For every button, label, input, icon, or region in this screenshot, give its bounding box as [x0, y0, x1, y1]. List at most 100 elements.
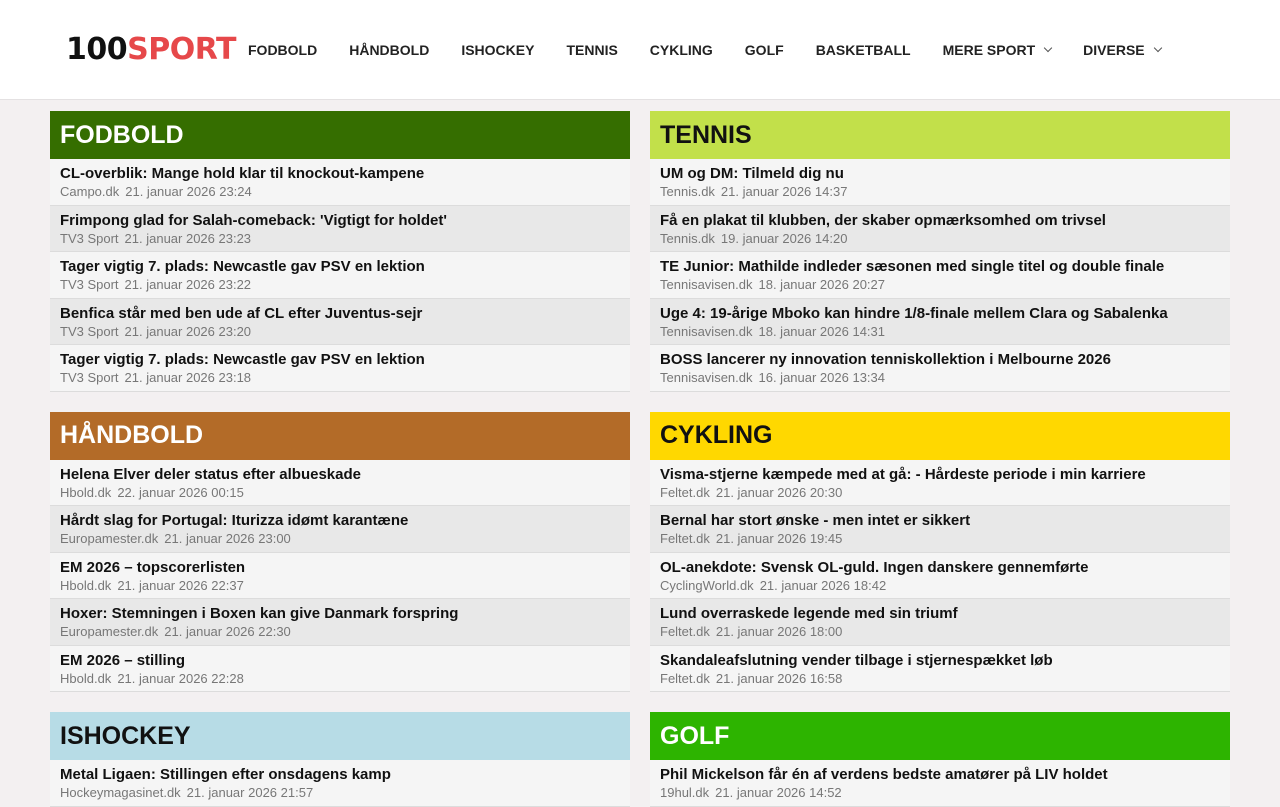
- news-date: 21. januar 2026 23:00: [164, 531, 291, 546]
- news-date: 19. januar 2026 14:20: [720, 230, 848, 246]
- news-date: 21. januar 2026 22:30: [164, 624, 291, 639]
- news-item[interactable]: Uge 4: 19-årige Mboko kan hindre 1/8-fin…: [650, 298, 1230, 345]
- news-item[interactable]: Bernal har stort ønske - men intet er si…: [650, 506, 1230, 553]
- news-title[interactable]: OL-anekdote: Svensk OL-guld. Ingen dansk…: [660, 559, 1220, 577]
- news-title[interactable]: Tager vigtig 7. plads: Newcastle gav PSV…: [60, 258, 620, 276]
- news-source: Hbold.dk: [60, 484, 112, 500]
- news-meta: Tennisavisen.dk 16. januar 2026 13:34: [660, 370, 1220, 386]
- news-title[interactable]: Uge 4: 19-årige Mboko kan hindre 1/8-fin…: [660, 305, 1220, 323]
- news-title[interactable]: TE Junior: Mathilde indleder sæsonen med…: [660, 258, 1220, 276]
- news-item[interactable]: Helena Elver deler status efter albueska…: [50, 459, 630, 506]
- news-item[interactable]: BOSS lancerer ny innovation tenniskollek…: [650, 345, 1230, 392]
- news-source: Hockeymagasinet.dk: [60, 785, 181, 800]
- nav-item-håndbold[interactable]: HÅNDBOLD: [333, 42, 445, 58]
- site-logo[interactable]: 100SPORT: [66, 33, 236, 67]
- news-item[interactable]: Tager vigtig 7. plads: Newcastle gav PSV…: [50, 252, 630, 299]
- news-item[interactable]: OL-anekdote: Svensk OL-guld. Ingen dansk…: [650, 552, 1230, 599]
- news-title[interactable]: Få en plakat til klubben, der skaber opm…: [660, 212, 1220, 230]
- news-date: 21. januar 2026 18:00: [715, 624, 843, 639]
- section-golf: GOLF Phil Mickelson får én af verdens bed…: [650, 712, 1230, 807]
- news-source: Europamester.dk: [60, 624, 159, 639]
- news-title[interactable]: Skandaleafslutning vender tilbage i stje…: [660, 652, 1220, 670]
- nav-item-cykling[interactable]: CYKLING: [634, 42, 729, 58]
- news-meta: Europamester.dk 21. januar 2026 22:30: [60, 624, 620, 640]
- news-item[interactable]: UM og DM: Tilmeld dig nu Tennis.dk 21. jan…: [650, 159, 1230, 206]
- news-item[interactable]: EM 2026 – stilling Hbold.dk 21. januar 202…: [50, 645, 630, 692]
- section-heading[interactable]: HÅNDBOLD: [50, 411, 630, 460]
- news-list: CL-overblik: Mange hold klar til knockou…: [50, 159, 630, 392]
- news-item[interactable]: Lund overraskede legende med sin triumf F…: [650, 599, 1230, 646]
- section-heading[interactable]: GOLF: [650, 712, 1230, 760]
- news-meta: Europamester.dk 21. januar 2026 23:00: [60, 531, 620, 547]
- news-title[interactable]: Bernal har stort ønske - men intet er si…: [660, 512, 1220, 530]
- logo-number: 100: [66, 32, 128, 67]
- news-title[interactable]: CL-overblik: Mange hold klar til knockou…: [60, 165, 620, 183]
- news-source: Tennis.dk: [660, 184, 715, 199]
- news-source: Hbold.dk: [60, 577, 112, 593]
- news-source: Feltet.dk: [660, 484, 710, 500]
- nav-item-ishockey[interactable]: ISHOCKEY: [445, 42, 550, 58]
- news-title[interactable]: Hoxer: Stemningen i Boxen kan give Danma…: [60, 605, 620, 623]
- news-title[interactable]: Frimpong glad for Salah-comeback: 'Vigti…: [60, 212, 620, 230]
- section-cykling: CYKLING Visma-stjerne kæmpede med at gå: …: [650, 411, 1230, 692]
- nav-item-golf[interactable]: GOLF: [729, 42, 800, 58]
- news-item[interactable]: EM 2026 – topscorerlisten Hbold.dk 21. jan…: [50, 552, 630, 599]
- news-title[interactable]: Tager vigtig 7. plads: Newcastle gav PSV…: [60, 351, 620, 369]
- news-date: 21. januar 2026 23:18: [124, 370, 252, 385]
- section-heading[interactable]: TENNIS: [650, 111, 1230, 159]
- news-title[interactable]: Lund overraskede legende med sin triumf: [660, 605, 1220, 623]
- news-title[interactable]: EM 2026 – stilling: [60, 652, 620, 670]
- news-source: TV3 Sport: [60, 323, 119, 339]
- news-title[interactable]: Phil Mickelson får én af verdens bedste …: [660, 766, 1220, 784]
- news-title[interactable]: Metal Ligaen: Stillingen efter onsdagens…: [60, 766, 620, 784]
- nav-item-mere-sport[interactable]: MERE SPORT: [927, 42, 1068, 58]
- news-meta: Hbold.dk 22. januar 2026 00:15: [60, 485, 620, 501]
- news-title[interactable]: Hårdt slag for Portugal: Iturizza idømt …: [60, 512, 620, 530]
- section-heading[interactable]: CYKLING: [650, 411, 1230, 460]
- news-title[interactable]: UM og DM: Tilmeld dig nu: [660, 165, 1220, 183]
- nav-item-label: BASKETBALL: [815, 42, 911, 58]
- nav-item-label: MERE SPORT: [942, 42, 1036, 58]
- news-meta: TV3 Sport 21. januar 2026 23:22: [60, 277, 620, 293]
- section-fodbold: FODBOLD CL-overblik: Mange hold klar til …: [50, 111, 630, 392]
- section-heading[interactable]: FODBOLD: [50, 111, 630, 159]
- section-heading[interactable]: ISHOCKEY: [50, 712, 630, 760]
- news-item[interactable]: Få en plakat til klubben, der skaber opm…: [650, 205, 1230, 252]
- nav-item-basketball[interactable]: BASKETBALL: [800, 42, 927, 58]
- news-item[interactable]: Frimpong glad for Salah-comeback: 'Vigti…: [50, 205, 630, 252]
- news-title[interactable]: Visma-stjerne kæmpede med at gå: - Hårde…: [660, 466, 1220, 484]
- news-item[interactable]: Tager vigtig 7. plads: Newcastle gav PSV…: [50, 345, 630, 392]
- news-title[interactable]: Helena Elver deler status efter albueska…: [60, 466, 620, 484]
- news-source: Tennisavisen.dk: [660, 370, 753, 385]
- news-meta: Hockeymagasinet.dk 21. januar 2026 21:57: [60, 785, 620, 801]
- news-source: CyclingWorld.dk: [660, 577, 754, 593]
- nav-item-tennis[interactable]: TENNIS: [550, 42, 633, 58]
- news-date: 21. januar 2026 16:58: [715, 670, 843, 686]
- nav-item-label: GOLF: [744, 42, 784, 58]
- site-header: 100SPORT FODBOLD HÅNDBOLD ISHOCKEY TENNIS CY…: [0, 0, 1280, 100]
- news-item[interactable]: Hårdt slag for Portugal: Iturizza idømt …: [50, 506, 630, 553]
- nav-item-label: DIVERSE: [1083, 42, 1145, 58]
- news-item[interactable]: Benfica står med ben ude af CL efter Juv…: [50, 298, 630, 345]
- news-date: 22. januar 2026 00:15: [117, 484, 244, 500]
- news-list: Helena Elver deler status efter albueska…: [50, 459, 630, 692]
- main-content: FODBOLD CL-overblik: Mange hold klar til …: [50, 111, 1230, 807]
- news-title[interactable]: BOSS lancerer ny innovation tenniskollek…: [660, 351, 1220, 369]
- news-item[interactable]: Hoxer: Stemningen i Boxen kan give Danma…: [50, 599, 630, 646]
- news-item[interactable]: TE Junior: Mathilde indleder sæsonen med…: [650, 252, 1230, 299]
- news-item[interactable]: Visma-stjerne kæmpede med at gå: - Hårde…: [650, 459, 1230, 506]
- news-title[interactable]: EM 2026 – topscorerlisten: [60, 559, 620, 577]
- news-item[interactable]: CL-overblik: Mange hold klar til knockou…: [50, 159, 630, 206]
- news-source: Tennisavisen.dk: [660, 323, 753, 339]
- news-list: UM og DM: Tilmeld dig nu Tennis.dk 21. jan…: [650, 159, 1230, 392]
- news-meta: TV3 Sport 21. januar 2026 23:18: [60, 370, 620, 386]
- news-source: Feltet.dk: [660, 624, 710, 639]
- news-source: TV3 Sport: [60, 370, 119, 385]
- news-title[interactable]: Benfica står med ben ude af CL efter Juv…: [60, 305, 620, 323]
- news-item[interactable]: Skandaleafslutning vender tilbage i stje…: [650, 645, 1230, 692]
- news-date: 18. januar 2026 14:31: [758, 323, 886, 339]
- news-meta: Tennis.dk 19. januar 2026 14:20: [660, 231, 1220, 247]
- nav-item-diverse[interactable]: DIVERSE: [1067, 42, 1176, 58]
- nav-item-fodbold[interactable]: FODBOLD: [232, 42, 333, 58]
- news-date: 21. januar 2026 14:52: [715, 785, 842, 800]
